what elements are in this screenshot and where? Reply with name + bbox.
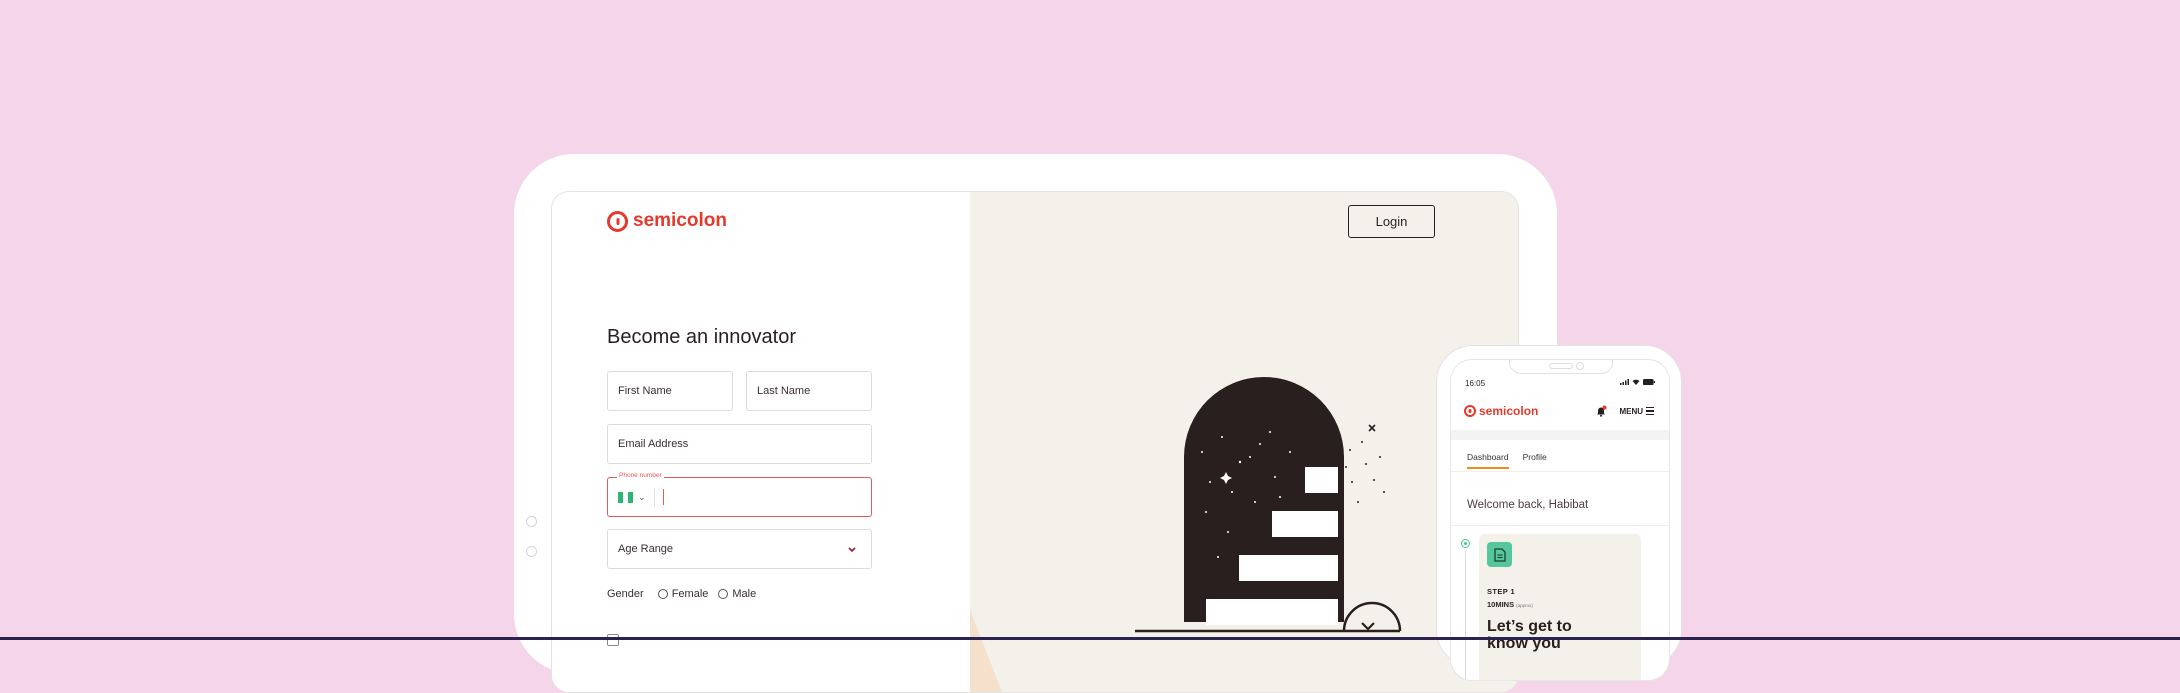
semicolon-logo-icon <box>1464 405 1476 417</box>
phone-brand-logo[interactable]: semicolon <box>1464 404 1538 418</box>
terms-checkbox[interactable] <box>607 634 619 646</box>
signal-icon <box>1620 379 1629 385</box>
gender-row: Gender Female Male <box>607 588 756 600</box>
timeline-dot <box>1461 539 1470 548</box>
email-placeholder: Email Address <box>618 438 689 450</box>
email-field[interactable]: Email Address <box>607 424 872 464</box>
header-separator <box>1451 430 1669 440</box>
tablet-mockup: semicolon Become an innovator First Name… <box>514 154 1557 693</box>
tab-dashboard[interactable]: Dashboard <box>1467 452 1509 469</box>
phone-divider <box>653 488 655 506</box>
tabs-underline <box>1451 471 1669 472</box>
brand-logo[interactable]: semicolon <box>607 210 727 232</box>
illustration-pane: Login <box>970 192 1518 692</box>
semicolon-logo-icon <box>607 210 628 232</box>
country-chevron-down-icon[interactable]: ⌄ <box>638 492 646 503</box>
step-card[interactable]: STEP 1 10MINS (approx) Let’s get to know … <box>1479 534 1641 680</box>
text-cursor <box>662 489 665 505</box>
step-duration-note: (approx) <box>1516 603 1533 608</box>
phone-mockup: 16:05 semicolon MENU Dashboard Profile W… <box>1437 346 1681 681</box>
phone-camera <box>1576 362 1584 370</box>
status-icons <box>1620 379 1655 385</box>
signup-pane: semicolon Become an innovator First Name… <box>552 192 970 692</box>
gender-female-radio[interactable] <box>657 589 668 599</box>
tablet-screen: semicolon Become an innovator First Name… <box>551 191 1519 693</box>
first-name-placeholder: First Name <box>618 385 672 397</box>
welcome-separator <box>1451 525 1669 526</box>
phone-tabs: Dashboard Profile <box>1467 452 1547 469</box>
login-button[interactable]: Login <box>1348 205 1435 238</box>
form-title: Become an innovator <box>607 326 797 348</box>
phone-brand-name: semicolon <box>1479 404 1539 418</box>
age-range-label: Age Range <box>618 543 674 555</box>
tab-profile[interactable]: Profile <box>1523 452 1547 469</box>
step-label: STEP 1 <box>1487 587 1516 596</box>
welcome-message: Welcome back, Habibat <box>1467 499 1589 511</box>
phone-number-field[interactable]: Phone number ⌄ <box>607 472 872 517</box>
gender-male-radio[interactable] <box>718 589 729 599</box>
step-duration-value: 10MINS <box>1487 600 1515 609</box>
step-title: Let’s get to know you <box>1487 618 1572 652</box>
age-range-select[interactable]: Age Range <box>607 529 872 569</box>
last-name-placeholder: Last Name <box>757 385 811 397</box>
brand-name: semicolon <box>633 210 727 231</box>
hamburger-icon[interactable] <box>1646 407 1654 417</box>
step-duration: 10MINS (approx) <box>1487 600 1533 609</box>
phone-speaker <box>1549 363 1573 369</box>
first-name-field[interactable]: First Name <box>607 371 733 411</box>
wifi-icon <box>1632 379 1640 385</box>
doorway-illustration <box>970 377 1402 692</box>
gender-label: Gender <box>607 588 644 600</box>
last-name-field[interactable]: Last Name <box>746 371 872 411</box>
bell-icon[interactable] <box>1595 405 1607 417</box>
document-icon <box>1487 542 1512 567</box>
timeline-line <box>1465 550 1466 680</box>
nigeria-flag-icon[interactable] <box>618 491 633 503</box>
status-time: 16:05 <box>1465 379 1486 388</box>
gender-female-label: Female <box>671 588 709 600</box>
tablet-side-button-bottom <box>526 546 537 557</box>
battery-icon <box>1643 379 1655 385</box>
chevron-down-icon <box>848 547 856 553</box>
tablet-side-button-top <box>526 516 537 527</box>
phone-notch <box>1509 360 1613 374</box>
phone-number-label: Phone number <box>617 472 664 479</box>
menu-label[interactable]: MENU <box>1619 407 1643 416</box>
gender-male-label: Male <box>732 588 757 600</box>
phone-screen: 16:05 semicolon MENU Dashboard Profile W… <box>1450 359 1670 681</box>
